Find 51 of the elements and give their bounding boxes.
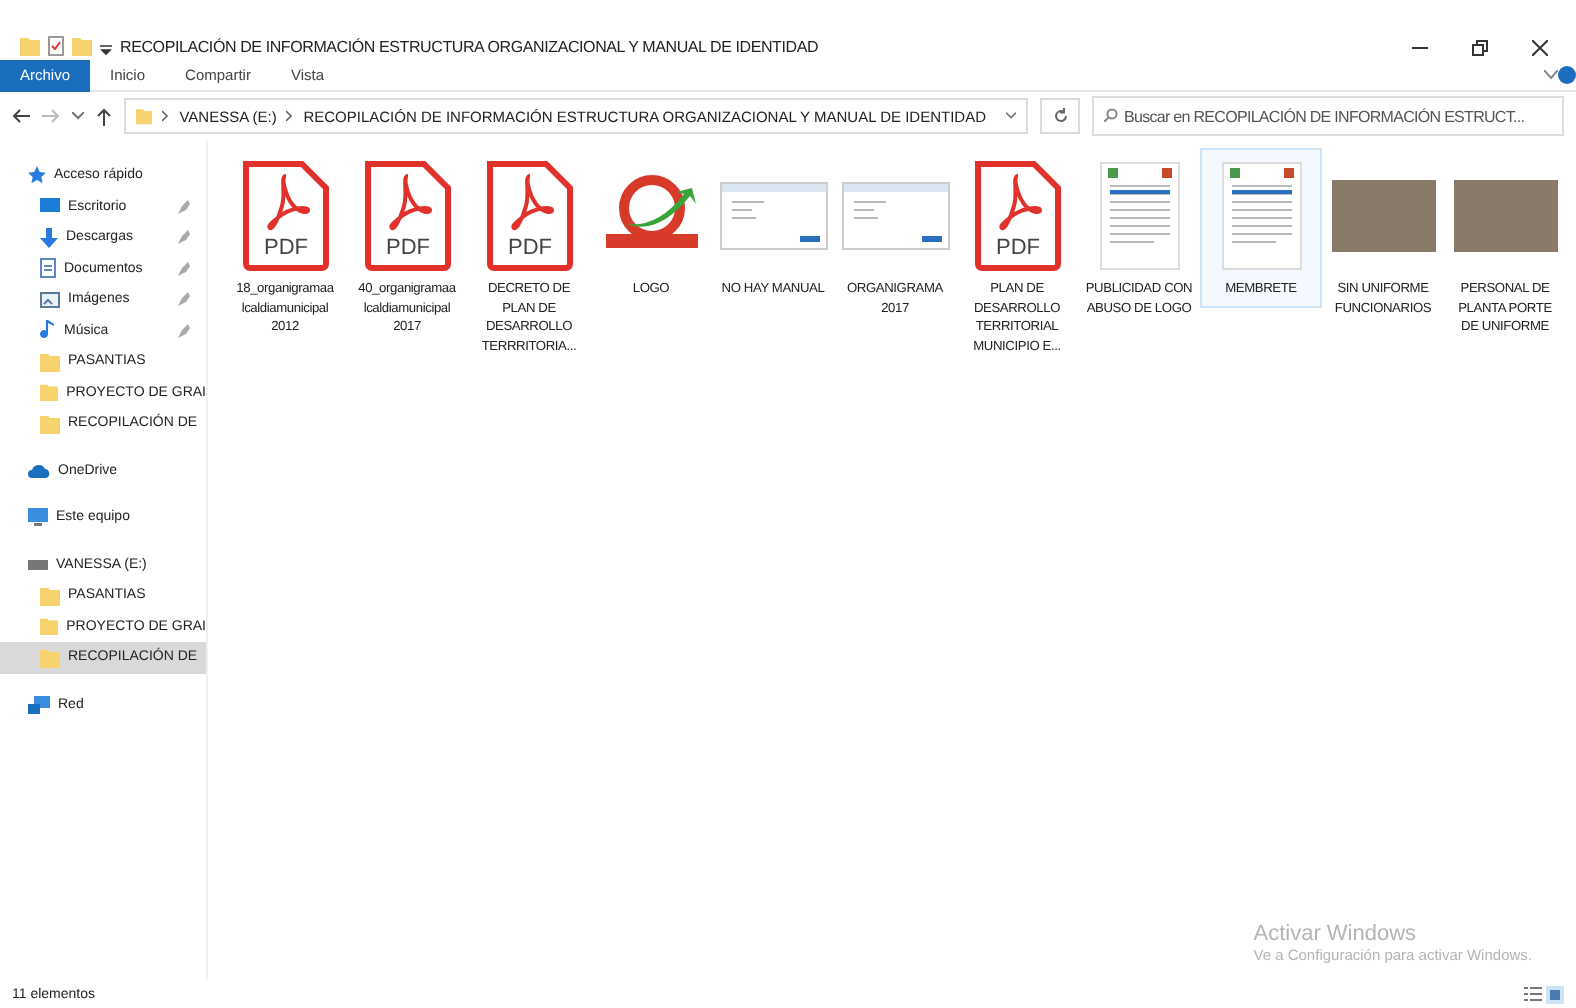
pdf-file-icon: PDF bbox=[485, 160, 573, 272]
pin-icon[interactable] bbox=[178, 230, 190, 245]
pdf-file-icon: PDF bbox=[241, 160, 329, 272]
folder-icon bbox=[40, 413, 60, 434]
details-view-icon[interactable] bbox=[1524, 985, 1542, 1003]
expand-chevron-icon[interactable] bbox=[1544, 70, 1558, 80]
chevron-down-icon[interactable] bbox=[1006, 112, 1017, 120]
folder-icon bbox=[40, 616, 59, 637]
refresh-icon bbox=[1053, 108, 1067, 124]
cloud-icon bbox=[28, 463, 50, 478]
screenshot-thumbnail bbox=[719, 182, 827, 250]
download-arrow-icon bbox=[40, 227, 58, 248]
help-icon[interactable] bbox=[1558, 66, 1576, 84]
monitor-icon bbox=[40, 197, 60, 216]
network-icon bbox=[28, 695, 50, 714]
large-icons-view-icon[interactable] bbox=[1546, 985, 1564, 1003]
pin-icon[interactable] bbox=[178, 261, 190, 276]
pin-icon[interactable] bbox=[178, 292, 190, 307]
pin-icon[interactable] bbox=[178, 323, 190, 338]
folder-icon bbox=[40, 585, 60, 606]
document-thumbnail bbox=[1221, 162, 1301, 270]
computer-icon bbox=[28, 508, 48, 527]
window-title: RECOPILACIÓN DE INFORMACIÓN ESTRUCTURA ORGANIZACIONAL Y MANUAL DE IDENTIDAD bbox=[120, 38, 821, 56]
screenshot-thumbnail bbox=[841, 182, 949, 250]
star-icon bbox=[28, 166, 46, 185]
document-thumbnail bbox=[1099, 162, 1179, 270]
pdf-file-icon: PDF bbox=[973, 160, 1061, 272]
document-icon bbox=[40, 258, 56, 279]
chevron-right-icon bbox=[286, 110, 294, 122]
refresh-button[interactable] bbox=[1040, 98, 1080, 134]
up-arrow-icon[interactable] bbox=[96, 107, 112, 125]
search-field[interactable]: Buscar en RECOPILACIÓN DE INFORMACIÓN ESTRUCT... bbox=[1092, 96, 1564, 136]
music-note-icon bbox=[40, 320, 56, 341]
photo-placeholder bbox=[1453, 180, 1557, 252]
close-icon[interactable] bbox=[1532, 40, 1548, 56]
dropdown-icon[interactable] bbox=[100, 44, 112, 56]
back-arrow-icon[interactable] bbox=[12, 108, 30, 124]
picture-icon bbox=[40, 291, 60, 308]
activation-title: Activar Windows bbox=[1253, 922, 1419, 946]
restore-icon[interactable] bbox=[1472, 40, 1488, 56]
pdf-file-icon: PDF bbox=[363, 160, 451, 272]
checkmark-document-icon[interactable] bbox=[48, 36, 64, 56]
chevron-down-icon[interactable] bbox=[72, 112, 84, 120]
photo-placeholder bbox=[1331, 180, 1435, 252]
folder-icon bbox=[40, 382, 59, 403]
chevron-right-icon bbox=[162, 110, 170, 122]
pin-icon[interactable] bbox=[178, 199, 190, 214]
folder-icon bbox=[136, 106, 153, 126]
folder-icon bbox=[40, 351, 60, 372]
folder-icon bbox=[40, 647, 60, 668]
drive-icon bbox=[28, 559, 48, 570]
